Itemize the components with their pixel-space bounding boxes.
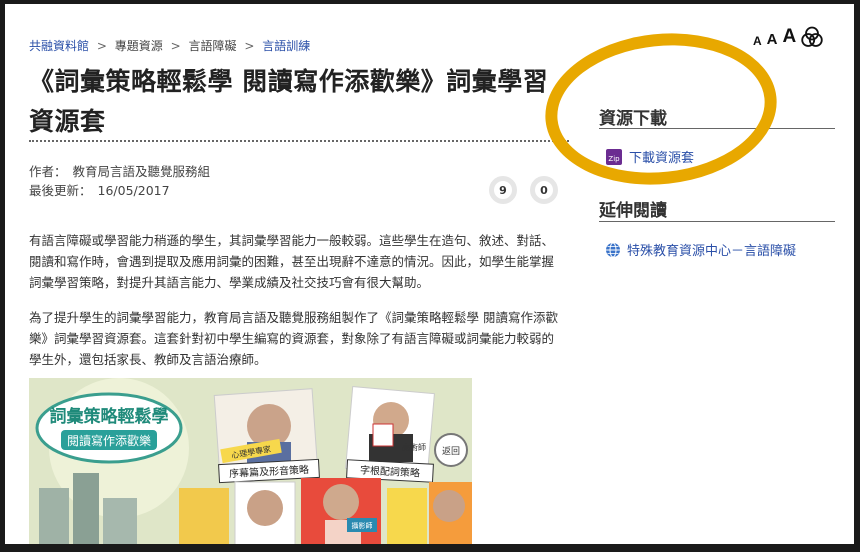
resource-banner-image[interactable]: 詞彙策略輕鬆學 閱讀寫作添歡樂 心理學專家 序幕篇及形音策略 魔術師 字根配詞策…: [29, 378, 472, 544]
updated-label: 最後更新：: [29, 183, 92, 198]
banner-logo-subtitle: 閱讀寫作添歡樂: [67, 433, 151, 448]
breadcrumb-separator: >: [170, 39, 181, 53]
author-label: 作者：: [29, 164, 67, 179]
breadcrumb: 共融資料館 > 專題資源 > 言語障礙 > 言語訓練: [29, 37, 310, 54]
extended-reading-divider: [599, 221, 835, 222]
banner-tag-2: 魔術師: [402, 442, 426, 452]
intro-paragraph: 有語言障礙或學習能力稍遜的學生，其詞彙學習能力一般較弱。這些學生在造句、敘述、對…: [29, 233, 555, 290]
sen-resource-centre-link[interactable]: 特殊教育資源中心－言語障礙: [605, 240, 796, 259]
sen-resource-centre-label: 特殊教育資源中心－言語障礙: [627, 244, 797, 259]
updated-row: 最後更新： 16/05/2017: [29, 181, 210, 200]
banner-illustration: 詞彙策略輕鬆學 閱讀寫作添歡樂 心理學專家 序幕篇及形音策略 魔術師 字根配詞策…: [29, 378, 472, 544]
extended-reading-heading: 延伸閱讀: [599, 201, 667, 221]
font-size-large-button[interactable]: A: [783, 26, 797, 48]
breadcrumb-separator: >: [244, 39, 255, 53]
contrast-toggle-icon[interactable]: [801, 26, 823, 48]
updated-value: 16/05/2017: [97, 183, 170, 198]
banner-tag-3: 攝影師: [352, 521, 373, 530]
banner-logo-title: 詞彙策略輕鬆學: [50, 406, 169, 427]
font-size-small-button[interactable]: A: [753, 34, 762, 48]
breadcrumb-home[interactable]: 共融資料館: [29, 39, 89, 53]
page-title: 《詞彙策略輕鬆學 閱讀寫作添歡樂》詞彙學習資源套: [29, 67, 549, 136]
page: 共融資料館 > 專題資源 > 言語障礙 > 言語訓練 《詞彙策略輕鬆學 閱讀寫作…: [5, 4, 854, 544]
font-size-tools: A A A: [753, 26, 823, 48]
like-counter[interactable]: 9: [489, 176, 517, 204]
article-meta: 作者： 教育局言語及聽覺服務組 最後更新： 16/05/2017: [29, 162, 210, 200]
font-size-medium-button[interactable]: A: [767, 31, 778, 48]
purpose-paragraph: 為了提升學生的詞彙學習能力，教育局言語及聽覺服務組製作了《詞彙策略輕鬆學 閱讀寫…: [29, 310, 558, 367]
author-row: 作者： 教育局言語及聽覺服務組: [29, 162, 210, 181]
title-divider: [29, 140, 569, 142]
author-value: 教育局言語及聽覺服務組: [72, 164, 211, 179]
banner-back-label: 返回: [442, 445, 460, 457]
breadcrumb-current[interactable]: 言語訓練: [262, 39, 310, 53]
highlight-annotation-ring: [537, 22, 785, 196]
breadcrumb-separator: >: [96, 39, 107, 53]
globe-icon: [606, 242, 620, 257]
breadcrumb-topic: 專題資源: [114, 39, 163, 53]
breadcrumb-category: 言語障礙: [188, 39, 237, 53]
share-counter[interactable]: 0: [530, 176, 558, 204]
